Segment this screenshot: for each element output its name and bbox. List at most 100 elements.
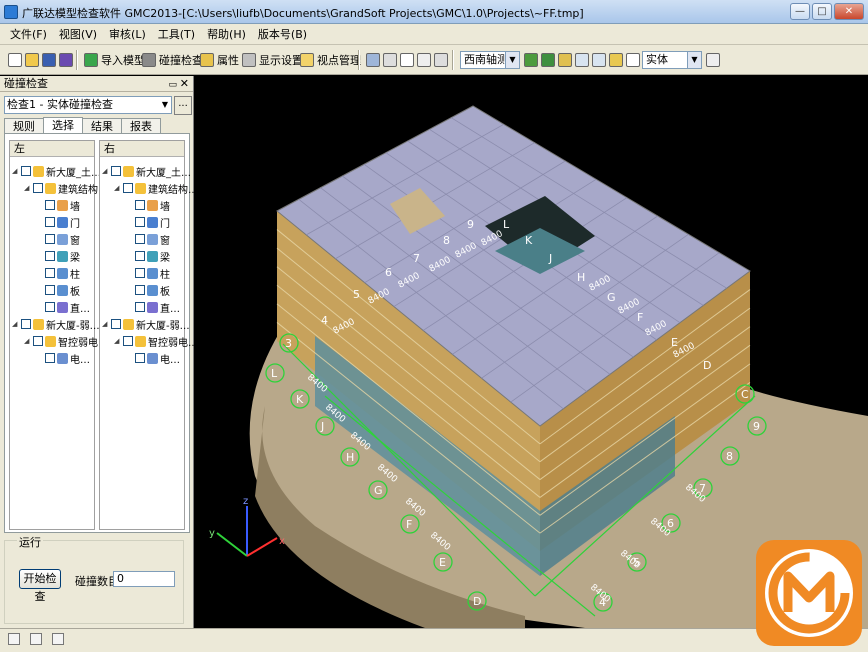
tree-node[interactable]: ◢ 建筑结构… (24, 180, 108, 196)
tree-node[interactable]: 门 (126, 214, 170, 230)
tree-node[interactable]: ◢ 新大厦-弱… (12, 316, 100, 332)
new-file-icon[interactable] (8, 53, 22, 67)
tab-results[interactable]: 结果 (82, 118, 122, 134)
tree-node[interactable]: 柱 (36, 265, 80, 281)
tree-node[interactable]: ◢ 新大厦_土… (102, 163, 191, 179)
status-icon[interactable] (30, 633, 42, 645)
tree-node[interactable]: 直… (36, 299, 90, 315)
tree-checkbox[interactable] (135, 217, 145, 227)
tree-node[interactable]: ◢ 智控弱电… (114, 333, 198, 349)
expander-icon[interactable]: ◢ (12, 167, 19, 175)
viewpoint-manage-button[interactable]: 视点管理 (300, 51, 361, 69)
import-model-button[interactable]: 导入模型 (84, 51, 145, 69)
menu-tools[interactable]: 工具(T) (152, 25, 201, 44)
tree-checkbox[interactable] (135, 353, 145, 363)
render-mode-select[interactable]: 实体 ▼ (642, 51, 702, 69)
tree-checkbox[interactable] (123, 183, 133, 193)
menu-view[interactable]: 视图(V) (53, 25, 103, 44)
minimize-button[interactable]: — (790, 3, 810, 20)
more-button[interactable]: ... (174, 96, 192, 115)
tree-checkbox[interactable] (123, 336, 133, 346)
tree-node[interactable]: 梁 (36, 248, 80, 264)
tree-node[interactable]: 窗 (126, 231, 170, 247)
tree-checkbox[interactable] (33, 336, 43, 346)
refresh-icon[interactable] (541, 53, 555, 67)
tree-checkbox[interactable] (45, 251, 55, 261)
tree-checkbox[interactable] (45, 200, 55, 210)
tree-node[interactable]: 梁 (126, 248, 170, 264)
tree-checkbox[interactable] (111, 166, 121, 176)
tree-checkbox[interactable] (135, 251, 145, 261)
menu-file[interactable]: 文件(F) (4, 25, 53, 44)
save-as-icon[interactable] (59, 53, 73, 67)
tree-checkbox[interactable] (135, 302, 145, 312)
status-icon[interactable] (52, 633, 64, 645)
check-select[interactable]: 检查1 - 实体碰撞检查 ▼ (4, 96, 172, 114)
tree-checkbox[interactable] (45, 302, 55, 312)
tree-checkbox[interactable] (111, 319, 121, 329)
expander-icon[interactable]: ◢ (12, 320, 19, 328)
tree-node[interactable]: 电… (36, 350, 90, 366)
tree-checkbox[interactable] (33, 183, 43, 193)
save-icon[interactable] (42, 53, 56, 67)
tree-node[interactable]: 电… (126, 350, 180, 366)
zoom-icon[interactable] (592, 53, 606, 67)
expander-icon[interactable]: ◢ (24, 184, 31, 192)
tree-node[interactable]: 窗 (36, 231, 80, 247)
expander-icon[interactable]: ◢ (24, 337, 31, 345)
tree-node[interactable]: ◢ 新大厦-弱… (102, 316, 190, 332)
expander-icon[interactable]: ◢ (114, 337, 121, 345)
tree-node[interactable]: ◢ 建筑结构… (114, 180, 198, 196)
tree-checkbox[interactable] (135, 285, 145, 295)
tree-checkbox[interactable] (21, 166, 31, 176)
tab-select[interactable]: 选择 (43, 117, 83, 134)
tree-node[interactable]: 板 (36, 282, 80, 298)
rectangle-icon[interactable] (400, 53, 414, 67)
text-icon[interactable] (417, 53, 431, 67)
pan-icon[interactable] (609, 53, 623, 67)
menu-help[interactable]: 帮助(H) (201, 25, 252, 44)
collision-check-button[interactable]: 碰撞检查 (142, 51, 203, 69)
cube-icon[interactable] (706, 53, 720, 67)
camera-icon[interactable] (366, 53, 380, 67)
line-icon[interactable] (383, 53, 397, 67)
tree-node[interactable]: 板 (126, 282, 170, 298)
menu-version[interactable]: 版本号(B) (252, 25, 313, 44)
close-button[interactable]: ✕ (834, 3, 864, 20)
tree-checkbox[interactable] (45, 285, 55, 295)
close-icon[interactable]: ✕ (180, 76, 189, 92)
tree-node[interactable]: 直… (126, 299, 180, 315)
tree-node[interactable]: 墙 (126, 197, 170, 213)
menu-audit[interactable]: 审核(L) (103, 25, 152, 44)
tree-checkbox[interactable] (135, 268, 145, 278)
tree-checkbox[interactable] (21, 319, 31, 329)
pen-icon[interactable] (434, 53, 448, 67)
pin-icon[interactable]: ▭ (168, 77, 177, 93)
tree-node[interactable]: 门 (36, 214, 80, 230)
start-check-button[interactable]: 开始检查 (19, 569, 61, 603)
tree-checkbox[interactable] (45, 268, 55, 278)
view-select[interactable]: 西南轴测 ▼ (460, 51, 520, 69)
tab-rules[interactable]: 规则 (4, 118, 44, 134)
tree-checkbox[interactable] (135, 234, 145, 244)
rotate-icon[interactable] (524, 53, 538, 67)
expander-icon[interactable]: ◢ (102, 320, 109, 328)
properties-button[interactable]: 属性 (200, 51, 239, 69)
expander-icon[interactable]: ◢ (114, 184, 121, 192)
tree-node[interactable]: ◢ 新大厦_土… (12, 163, 101, 179)
tree-node[interactable]: 柱 (126, 265, 170, 281)
tab-report[interactable]: 报表 (121, 118, 161, 134)
walk-icon[interactable] (558, 53, 572, 67)
zoom-window-icon[interactable] (575, 53, 589, 67)
open-folder-icon[interactable] (25, 53, 39, 67)
status-icon[interactable] (8, 633, 20, 645)
tree-checkbox[interactable] (45, 234, 55, 244)
tree-node[interactable]: ◢ 智控弱电… (24, 333, 108, 349)
tree-checkbox[interactable] (135, 200, 145, 210)
select-arrow-icon[interactable] (626, 53, 640, 67)
tree-node[interactable]: 墙 (36, 197, 80, 213)
expander-icon[interactable]: ◢ (102, 167, 109, 175)
display-settings-button[interactable]: 显示设置 (242, 51, 303, 69)
maximize-button[interactable]: □ (812, 3, 832, 20)
tree-checkbox[interactable] (45, 353, 55, 363)
